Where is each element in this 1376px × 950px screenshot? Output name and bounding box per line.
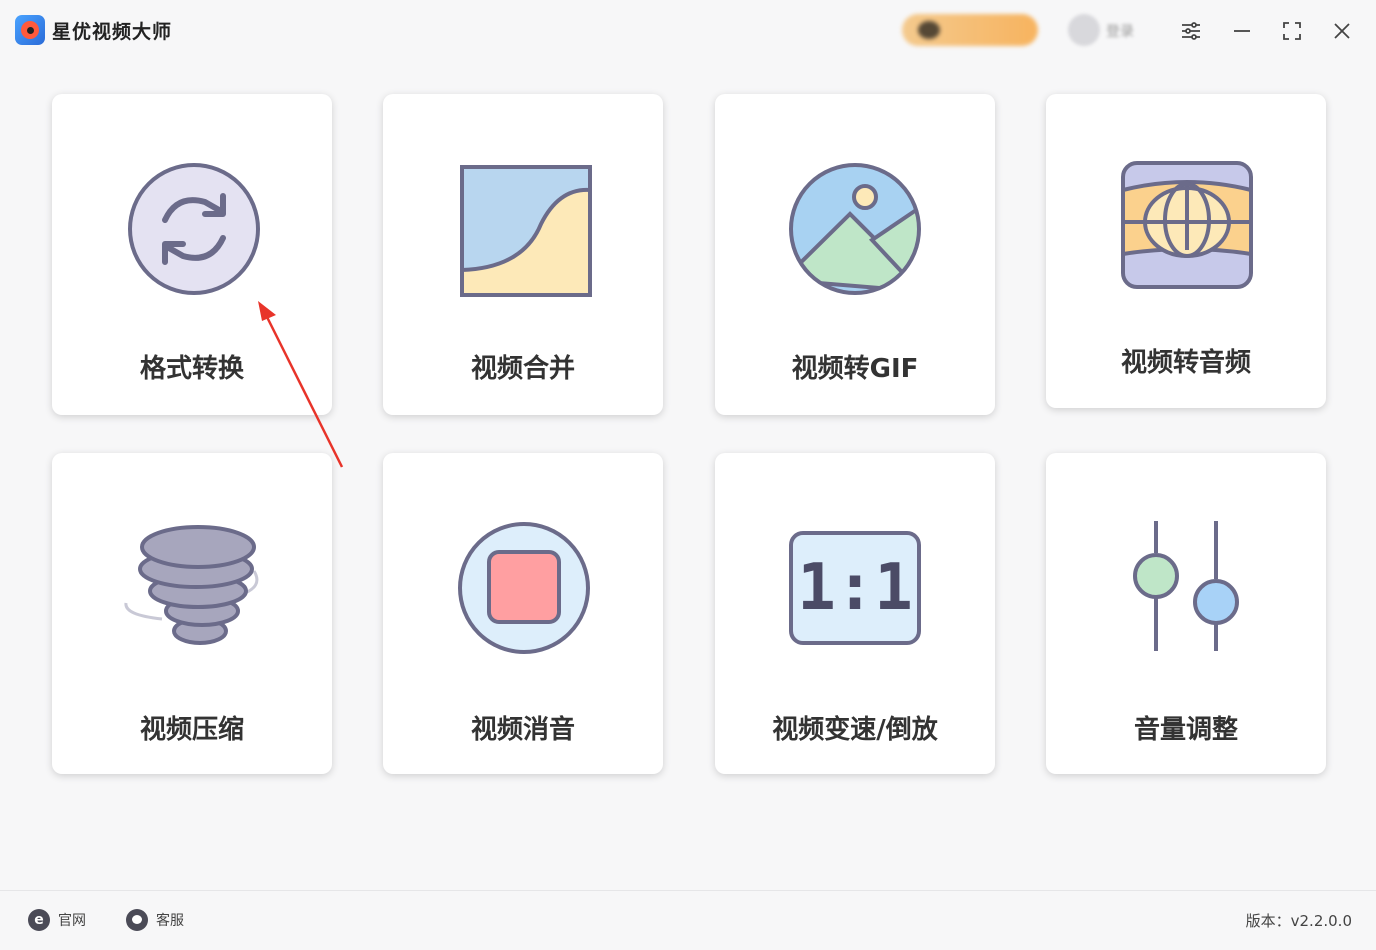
minimize-icon — [1234, 30, 1250, 32]
image-landscape-icon — [789, 163, 921, 295]
video-merge-icon — [460, 165, 592, 297]
version-label: 版本：v2.2.0.0 — [1245, 912, 1352, 930]
panorama-icon — [1121, 161, 1253, 289]
tool-card-video-speed[interactable]: 1:1 视频变速/倒放 — [715, 453, 995, 774]
tool-label: 音量调整 — [1133, 715, 1238, 745]
tool-label: 视频压缩 — [139, 715, 244, 745]
tool-card-video-merge[interactable]: 视频合并 — [383, 94, 663, 415]
minimize-button[interactable] — [1227, 16, 1257, 46]
tool-label: 视频转音频 — [1120, 348, 1251, 378]
ratio-text: 1:1 — [797, 551, 913, 625]
support-link[interactable]: 客服 — [126, 908, 184, 932]
tool-card-video-mute[interactable]: 视频消音 — [383, 453, 663, 774]
tool-label: 视频合并 — [470, 354, 575, 384]
footer-divider — [0, 890, 1376, 891]
tool-card-video-to-gif[interactable]: 视频转GIF — [715, 94, 995, 415]
support-label: 客服 — [156, 913, 184, 929]
fullscreen-icon — [1283, 22, 1301, 40]
sliders-icon — [1133, 521, 1239, 651]
close-icon — [1334, 23, 1350, 39]
login-label[interactable]: 登录 — [1106, 21, 1134, 41]
close-button[interactable] — [1327, 16, 1357, 46]
stop-icon — [458, 522, 590, 654]
tool-card-video-compress[interactable]: 视频压缩 — [52, 453, 332, 774]
website-link[interactable]: e 官网 — [28, 908, 86, 932]
user-login-area[interactable]: 登录 — [1068, 14, 1158, 46]
app-logo-icon — [15, 15, 45, 45]
settings-button[interactable] — [1176, 16, 1206, 46]
avatar[interactable] — [1068, 14, 1100, 46]
settings-sliders-icon — [1182, 22, 1200, 40]
tool-card-video-to-audio[interactable]: 视频转音频 — [1046, 94, 1326, 408]
browser-e-icon: e — [28, 909, 50, 931]
tool-label: 视频变速/倒放 — [772, 715, 938, 745]
vip-badge[interactable] — [902, 14, 1038, 46]
annotation-arrow — [258, 301, 344, 468]
website-label: 官网 — [58, 913, 86, 929]
tornado-icon — [124, 525, 259, 645]
format-convert-icon — [128, 163, 260, 295]
tool-card-volume[interactable]: 音量调整 — [1046, 453, 1326, 774]
maximize-button[interactable] — [1277, 16, 1307, 46]
tool-label: 视频消音 — [470, 715, 575, 745]
app-title: 星优视频大师 — [52, 21, 173, 43]
title-bar: 星优视频大师 登录 — [0, 0, 1376, 62]
tool-label: 视频转GIF — [791, 354, 919, 384]
chat-bubble-icon — [126, 909, 148, 931]
